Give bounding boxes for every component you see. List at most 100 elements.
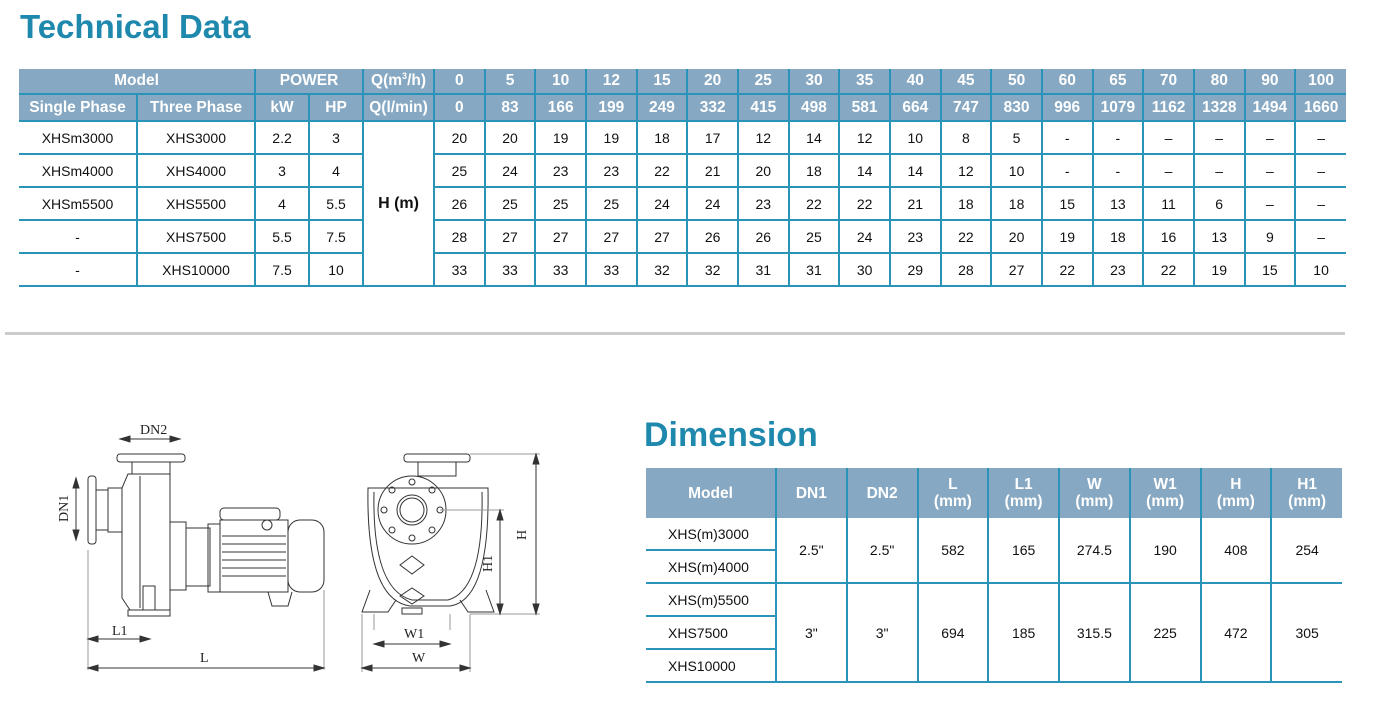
dn2-value: 3" — [845, 583, 918, 683]
head-value: 24 — [686, 187, 739, 221]
table-row: XHSm5500 XHS5500 4 5.5 26 25 25 25 24 24 23 22 22 21 1… — [19, 187, 1346, 221]
head-value: 26 — [686, 220, 739, 254]
power-hp: 10 — [308, 253, 365, 287]
single-phase-model: - — [19, 220, 139, 254]
head-value: 10 — [990, 154, 1043, 188]
power-header: POWER — [254, 69, 365, 95]
flow-m3h-cell: 15 — [635, 69, 689, 95]
three-phase-model: XHS4000 — [136, 154, 257, 188]
flow-m3h-cell: 25 — [736, 69, 790, 95]
flow-lmin-cell: 199 — [585, 94, 638, 122]
flow-m3h-cell: 70 — [1142, 69, 1195, 95]
power-hp: 3 — [308, 121, 365, 155]
single-phase-model: - — [19, 253, 139, 287]
head-value: 18 — [939, 187, 993, 221]
kw-header: kW — [254, 94, 311, 122]
head-value: 19 — [1192, 253, 1246, 287]
head-value: 19 — [534, 121, 587, 155]
head-value: 19 — [585, 121, 638, 155]
flow-m3h-header: Q(m3/h) — [362, 69, 436, 95]
flow-m3h-cell: 80 — [1192, 69, 1246, 95]
head-value: 33 — [433, 253, 486, 287]
head-value: 8 — [939, 121, 993, 155]
head-value: 31 — [736, 253, 790, 287]
flow-lmin-cell: 664 — [888, 94, 942, 122]
header-unit: (mm) — [1146, 493, 1185, 510]
l-header: L (mm) — [916, 468, 989, 518]
head-value: 11 — [1142, 187, 1195, 221]
w-header: W (mm) — [1058, 468, 1130, 518]
dimension-table: Model DN1 DN2 L (mm) L1 (mm) W (mm) W1 (mm) H (mm) H1… — [646, 468, 1342, 683]
head-value: – — [1294, 220, 1346, 254]
head-value: 25 — [534, 187, 587, 221]
flow-lmin-cell: 830 — [990, 94, 1043, 122]
flow-m3h-cell: 100 — [1294, 69, 1346, 95]
head-value: 22 — [838, 187, 891, 221]
header-label: H1 — [1297, 476, 1318, 493]
head-value: 24 — [635, 187, 689, 221]
head-value: 29 — [888, 253, 942, 287]
header-unit: (mm) — [1075, 493, 1114, 510]
table-row: - XHS7500 5.5 7.5 28 27 27 27 27 26 26 25 24 23 22 20 19… — [19, 220, 1346, 254]
head-value: 16 — [1142, 220, 1195, 254]
head-value: – — [1243, 154, 1297, 188]
l1-value: 165 — [987, 518, 1059, 584]
header-row-flow-lmin: Single Phase Three Phase kW HP Q(l/min) … — [19, 94, 1346, 122]
technical-data-table: Model POWER Q(m3/h) 0 5 10 12 15 20 25 30 35 40 45… — [19, 69, 1346, 287]
header-label: H — [1230, 476, 1242, 493]
head-value: 10 — [1294, 253, 1346, 287]
power-hp: 4 — [308, 154, 365, 188]
single-phase-header: Single Phase — [19, 94, 139, 122]
head-value: 22 — [635, 154, 689, 188]
head-value: 5 — [990, 121, 1043, 155]
flow-m3h-cell: 60 — [1040, 69, 1094, 95]
head-value: 20 — [736, 154, 790, 188]
model-name: XHS7500 — [646, 616, 776, 650]
head-value: 20 — [433, 121, 486, 155]
three-phase-header: Three Phase — [136, 94, 257, 122]
head-value: 25 — [483, 187, 537, 221]
flow-m3h-cell: 45 — [939, 69, 993, 95]
dn1-label: DN1 — [57, 495, 72, 522]
head-value: 13 — [1192, 220, 1246, 254]
three-phase-model: XHS5500 — [136, 187, 257, 221]
three-phase-model: XHS10000 — [136, 253, 257, 287]
flow-lmin-cell: 1328 — [1192, 94, 1246, 122]
h-header: H (mm) — [1199, 468, 1272, 518]
l-value: 582 — [916, 518, 989, 584]
h1-label: H1 — [481, 555, 496, 572]
head-value: 30 — [838, 253, 891, 287]
l-value: 694 — [916, 583, 989, 683]
header-label: W — [1087, 476, 1102, 493]
flow-m3h-cell: 65 — [1091, 69, 1145, 95]
head-value: 32 — [686, 253, 739, 287]
dn2-label: DN2 — [140, 423, 167, 438]
single-phase-model: XHSm4000 — [19, 154, 139, 188]
flow-m3h-cell: 10 — [534, 69, 587, 95]
head-value: 20 — [483, 121, 537, 155]
h-label: H — [515, 530, 530, 540]
head-value: 17 — [686, 121, 739, 155]
head-value: 33 — [534, 253, 587, 287]
l1-header: L1 (mm) — [987, 468, 1059, 518]
flow-m3h-cell: 0 — [433, 69, 486, 95]
flow-m3h-cell: 35 — [838, 69, 891, 95]
model-name: XHS(m)3000 — [646, 518, 776, 551]
power-hp: 7.5 — [308, 220, 365, 254]
head-value: 14 — [787, 121, 841, 155]
model-header: Model — [646, 468, 776, 518]
head-value: – — [1294, 121, 1346, 155]
header-label: Model — [688, 484, 733, 502]
h1-value: 305 — [1270, 583, 1342, 683]
flow-lmin-cell: 1162 — [1142, 94, 1195, 122]
head-value: 23 — [1091, 253, 1145, 287]
head-value: 15 — [1243, 253, 1297, 287]
h-value: 472 — [1199, 583, 1272, 683]
head-value: 18 — [1091, 220, 1145, 254]
flow-lmin-cell: 1079 — [1091, 94, 1145, 122]
head-value: 18 — [990, 187, 1043, 221]
head-value: 12 — [838, 121, 891, 155]
head-value: – — [1142, 154, 1195, 188]
header-unit: (mm) — [933, 493, 972, 510]
header-row-flow-m3h: Model POWER Q(m3/h) 0 5 10 12 15 20 25 30 35 40 45… — [19, 69, 1346, 95]
